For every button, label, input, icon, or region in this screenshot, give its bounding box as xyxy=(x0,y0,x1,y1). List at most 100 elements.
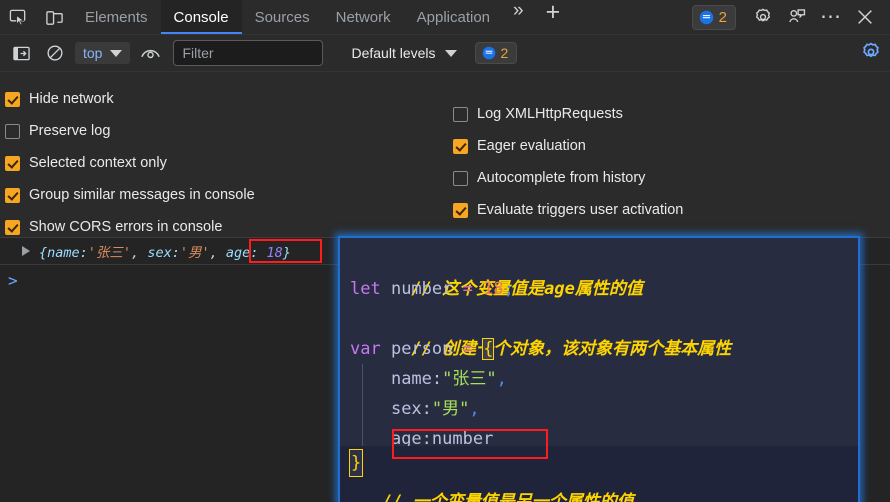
object-key-age: age: xyxy=(225,245,259,261)
log-levels-label: Default levels xyxy=(351,45,436,61)
object-sep-2: , xyxy=(209,245,226,261)
clear-console-icon[interactable] xyxy=(38,38,72,68)
matched-close-brace: } xyxy=(348,449,364,477)
setting-preserve-log[interactable]: Preserve log xyxy=(0,115,445,147)
code-comment-3-clipped: // 一个变量值是另一个属性的值 xyxy=(382,492,634,502)
setting-group-similar-messages[interactable]: Group similar messages in console xyxy=(0,179,445,211)
console-prompt-icon: > xyxy=(8,270,18,290)
keyword-let: let xyxy=(350,279,381,299)
filter-input[interactable]: Filter xyxy=(173,40,324,66)
setting-evaluate-triggers-user-activation-label: Evaluate triggers user activation xyxy=(477,202,684,218)
device-toolbar-icon[interactable] xyxy=(36,0,72,34)
tab-sources[interactable]: Sources xyxy=(242,0,323,34)
tab-network-label: Network xyxy=(335,8,391,26)
log-levels-select[interactable]: Default levels xyxy=(351,45,457,61)
message-count-badge[interactable]: 2 xyxy=(691,4,736,30)
assign-operator-1: = xyxy=(462,279,484,299)
execution-context-label: top xyxy=(83,45,103,61)
settings-right-column: Log XMLHttpRequests Eager evaluation Aut… xyxy=(448,72,888,226)
property-name: name: xyxy=(390,369,443,389)
checkbox-preserve-log[interactable] xyxy=(5,123,20,139)
issues-count-badge[interactable]: 2 xyxy=(474,42,518,64)
comma-1: , xyxy=(496,369,507,389)
setting-selected-context-only-label: Selected context only xyxy=(29,155,167,171)
checkbox-log-xmlhttprequests[interactable] xyxy=(453,106,468,122)
filter-placeholder: Filter xyxy=(182,45,214,61)
setting-hide-network-label: Hide network xyxy=(29,91,114,107)
code-line-3: // 创建一个对象，该对象有两个基本属性 xyxy=(350,304,858,359)
expand-object-icon[interactable] xyxy=(22,246,30,256)
object-value-sex: '男' xyxy=(179,245,210,261)
setting-autocomplete-from-history-label: Autocomplete from history xyxy=(477,170,646,186)
object-sep-1: , xyxy=(131,245,148,261)
setting-log-xmlhttprequests[interactable]: Log XMLHttpRequests xyxy=(448,98,888,130)
tab-console-label: Console xyxy=(173,8,229,26)
checkbox-group-similar-messages[interactable] xyxy=(5,187,20,203)
keyword-var: var xyxy=(350,339,381,359)
string-zhangsan: "张三" xyxy=(442,369,497,389)
add-tab-icon[interactable]: + xyxy=(534,0,573,34)
checkbox-show-cors-errors[interactable] xyxy=(5,219,20,235)
checkbox-hide-network[interactable] xyxy=(5,91,20,107)
more-tabs-icon[interactable]: » xyxy=(503,0,534,34)
inspect-element-icon[interactable] xyxy=(0,0,36,34)
setting-evaluate-triggers-user-activation[interactable]: Evaluate triggers user activation xyxy=(448,194,888,226)
setting-group-similar-messages-label: Group similar messages in console xyxy=(29,187,255,203)
tab-application[interactable]: Application xyxy=(404,0,503,34)
tab-elements[interactable]: Elements xyxy=(72,0,161,34)
code-line-1: // 这个变量值是age属性的值 xyxy=(350,244,858,299)
code-editor-overlay[interactable]: // 这个变量值是age属性的值 let number = 18; // 创建一… xyxy=(338,236,860,502)
object-close-brace: } xyxy=(282,245,291,261)
checkbox-eager-evaluation[interactable] xyxy=(453,138,468,154)
message-bubble-icon xyxy=(699,10,713,24)
console-settings-pane: Hide network Preserve log Selected conte… xyxy=(0,72,890,238)
object-open-brace: { xyxy=(39,245,48,261)
tabbar-right-actions: 2 ⋯ xyxy=(691,0,890,34)
logged-object: {name:'张三', sex:'男', age: 18} xyxy=(39,241,291,261)
devtools-window: Elements Console Sources Network Applica… xyxy=(0,0,890,502)
show-console-sidebar-icon[interactable] xyxy=(4,38,38,68)
comma-2: , xyxy=(469,399,480,419)
setting-eager-evaluation[interactable]: Eager evaluation xyxy=(448,130,888,162)
identifier-number: number xyxy=(380,279,463,299)
settings-left-column: Hide network Preserve log Selected conte… xyxy=(0,72,445,243)
matched-open-brace: { xyxy=(482,338,495,360)
indent-guide xyxy=(362,394,363,424)
feedback-icon[interactable] xyxy=(780,0,814,34)
live-expression-icon[interactable] xyxy=(133,38,167,68)
more-options-icon[interactable]: ⋯ xyxy=(814,0,848,34)
checkbox-selected-context-only[interactable] xyxy=(5,155,20,171)
setting-selected-context-only[interactable]: Selected context only xyxy=(0,147,445,179)
tab-application-label: Application xyxy=(416,8,491,26)
setting-log-xmlhttprequests-label: Log XMLHttpRequests xyxy=(477,106,623,122)
close-icon[interactable] xyxy=(848,0,882,34)
setting-eager-evaluation-label: Eager evaluation xyxy=(477,138,586,154)
console-toolbar: top Filter Default levels 2 xyxy=(0,35,890,72)
object-key-name: name: xyxy=(47,245,88,261)
setting-hide-network[interactable]: Hide network xyxy=(0,83,445,115)
semicolon-1: ; xyxy=(503,279,514,299)
setting-preserve-log-label: Preserve log xyxy=(29,123,111,139)
execution-context-select[interactable]: top xyxy=(75,42,131,64)
tab-network[interactable]: Network xyxy=(323,0,404,34)
chevron-down-icon xyxy=(444,49,457,57)
tab-console[interactable]: Console xyxy=(160,0,242,34)
message-bubble-icon xyxy=(482,46,495,60)
issues-count: 2 xyxy=(500,45,509,61)
indent-guide xyxy=(362,364,363,394)
message-count: 2 xyxy=(718,8,727,26)
number-literal-18: 18 xyxy=(483,279,504,299)
checkbox-evaluate-triggers-user-activation[interactable] xyxy=(453,202,468,218)
setting-autocomplete-from-history[interactable]: Autocomplete from history xyxy=(448,162,888,194)
object-value-age: 18 xyxy=(258,245,283,261)
tabbar-spacer xyxy=(572,0,691,34)
console-settings-gear-icon[interactable] xyxy=(860,41,882,68)
gear-icon[interactable] xyxy=(746,0,780,34)
object-key-sex: sex: xyxy=(147,245,180,261)
code-line-6: sex:"男", xyxy=(350,394,858,424)
object-value-name: '张三' xyxy=(87,245,132,261)
checkbox-autocomplete-from-history[interactable] xyxy=(453,170,468,186)
property-sex: sex: xyxy=(390,399,432,419)
assign-operator-2: = xyxy=(462,339,484,359)
devtools-tabbar: Elements Console Sources Network Applica… xyxy=(0,0,890,35)
